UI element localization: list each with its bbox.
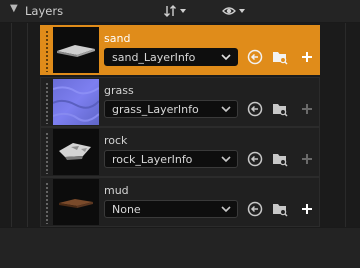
sort-arrows-icon bbox=[164, 5, 186, 17]
sort-filter-button[interactable] bbox=[163, 3, 189, 19]
collapse-triangle-icon[interactable]: ▼ bbox=[10, 3, 18, 14]
use-selected-icon[interactable] bbox=[247, 201, 263, 217]
layers-list: sand sand_LayerInfo grass grass_LayerInf… bbox=[0, 23, 360, 227]
drag-handle[interactable] bbox=[45, 82, 49, 124]
chevron-down-icon bbox=[221, 106, 231, 113]
visibility-options-button[interactable] bbox=[222, 3, 248, 19]
add-icon[interactable] bbox=[299, 49, 315, 65]
mud-texture-thumbnail bbox=[53, 179, 99, 225]
layer-info-value: None bbox=[112, 203, 141, 216]
sand-texture-thumbnail bbox=[53, 27, 99, 73]
browse-folder-icon[interactable] bbox=[272, 49, 288, 65]
panel-footer bbox=[0, 227, 360, 268]
drag-handle[interactable] bbox=[45, 132, 49, 174]
layer-row-grass[interactable]: grass grass_LayerInfo bbox=[40, 77, 320, 127]
layer-info-dropdown[interactable]: grass_LayerInfo bbox=[104, 100, 238, 118]
layer-info-dropdown[interactable]: None bbox=[104, 200, 238, 218]
layer-info-value: sand_LayerInfo bbox=[112, 51, 196, 64]
drag-handle[interactable] bbox=[45, 182, 49, 224]
layer-row-mud[interactable]: mud None bbox=[40, 177, 320, 227]
grass-texture-thumbnail bbox=[53, 79, 99, 125]
use-selected-icon[interactable] bbox=[247, 151, 263, 167]
layer-name: mud bbox=[104, 184, 129, 197]
layer-row-sand[interactable]: sand sand_LayerInfo bbox=[40, 25, 320, 75]
browse-folder-icon[interactable] bbox=[272, 201, 288, 217]
layers-panel-header: ▼ Layers bbox=[0, 0, 360, 23]
layer-info-value: grass_LayerInfo bbox=[112, 103, 199, 116]
panel-title: Layers bbox=[25, 4, 64, 18]
browse-folder-icon[interactable] bbox=[272, 101, 288, 117]
use-selected-icon[interactable] bbox=[247, 101, 263, 117]
add-icon[interactable] bbox=[299, 201, 315, 217]
rock-texture-thumbnail bbox=[53, 129, 99, 175]
add-icon[interactable] bbox=[299, 101, 315, 117]
use-selected-icon[interactable] bbox=[247, 49, 263, 65]
chevron-down-icon bbox=[221, 156, 231, 163]
layer-row-rock[interactable]: rock rock_LayerInfo bbox=[40, 127, 320, 177]
layer-info-dropdown[interactable]: sand_LayerInfo bbox=[104, 48, 238, 66]
layer-name: grass bbox=[104, 84, 134, 97]
layer-info-value: rock_LayerInfo bbox=[112, 153, 193, 166]
add-icon[interactable] bbox=[299, 151, 315, 167]
eye-icon bbox=[222, 7, 245, 15]
chevron-down-icon bbox=[221, 206, 231, 213]
drag-handle[interactable] bbox=[45, 30, 49, 72]
layer-name: sand bbox=[104, 32, 131, 45]
browse-folder-icon[interactable] bbox=[272, 151, 288, 167]
chevron-down-icon bbox=[221, 54, 231, 61]
layer-info-dropdown[interactable]: rock_LayerInfo bbox=[104, 150, 238, 168]
layer-name: rock bbox=[104, 134, 128, 147]
